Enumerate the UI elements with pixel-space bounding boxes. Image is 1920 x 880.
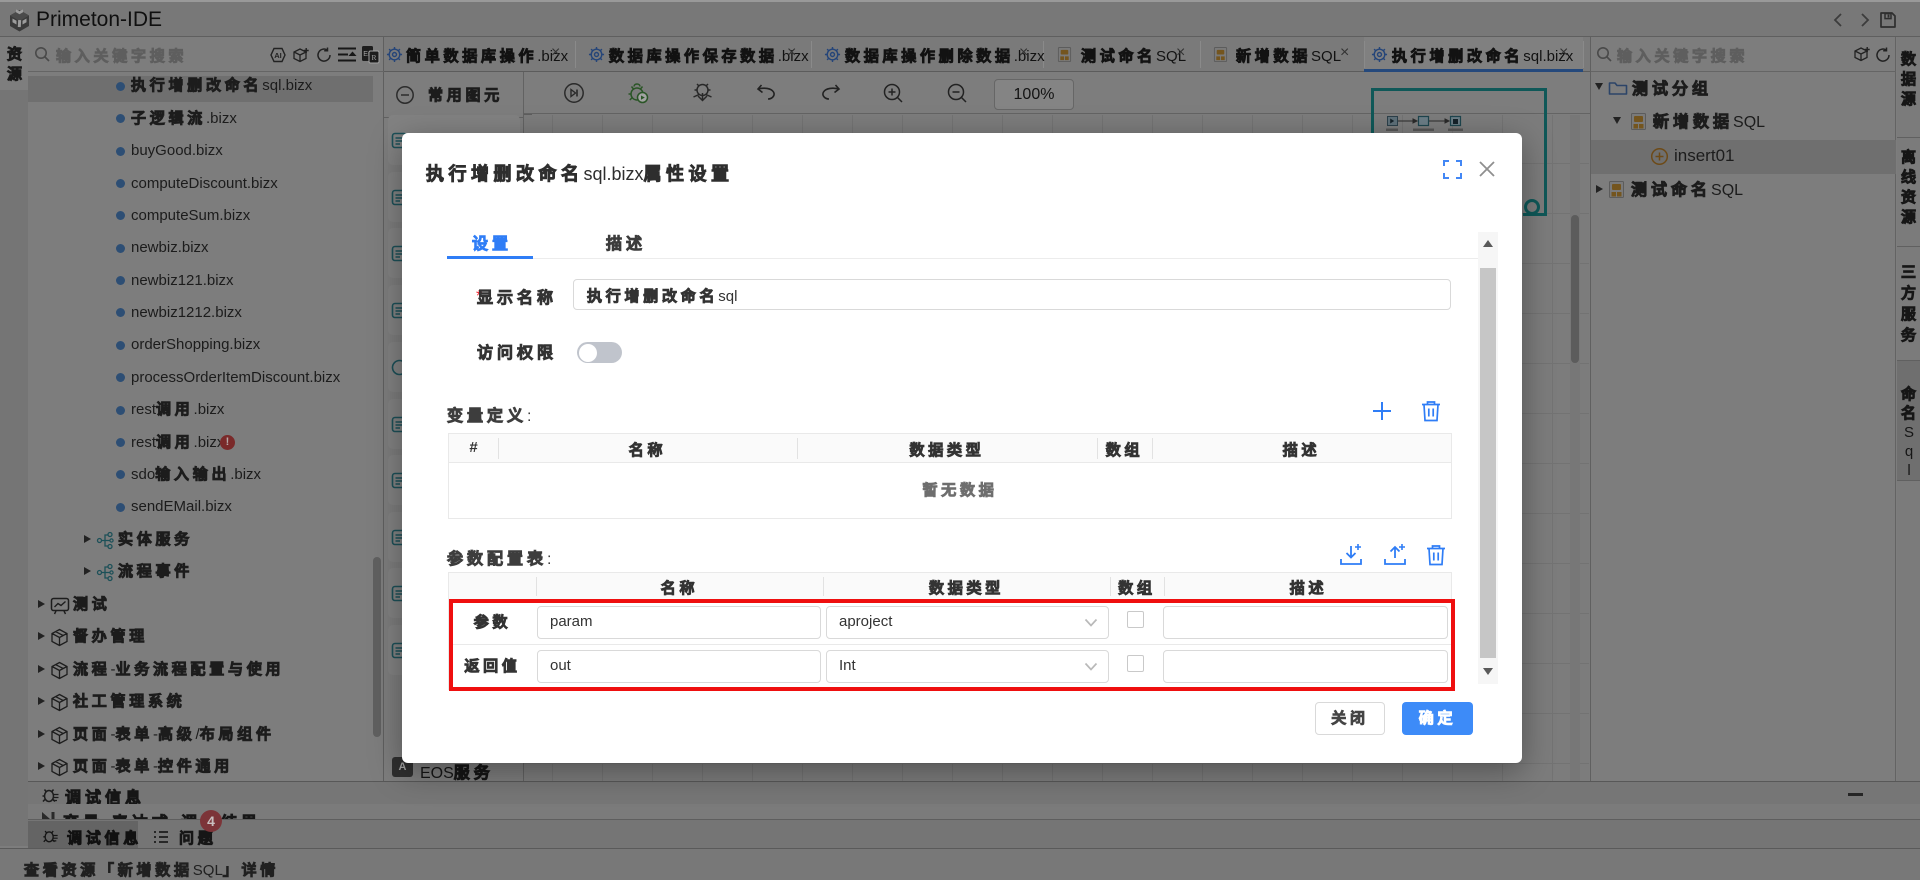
svg-text:R: R — [371, 53, 376, 62]
svg-text:AI: AI — [274, 51, 282, 60]
